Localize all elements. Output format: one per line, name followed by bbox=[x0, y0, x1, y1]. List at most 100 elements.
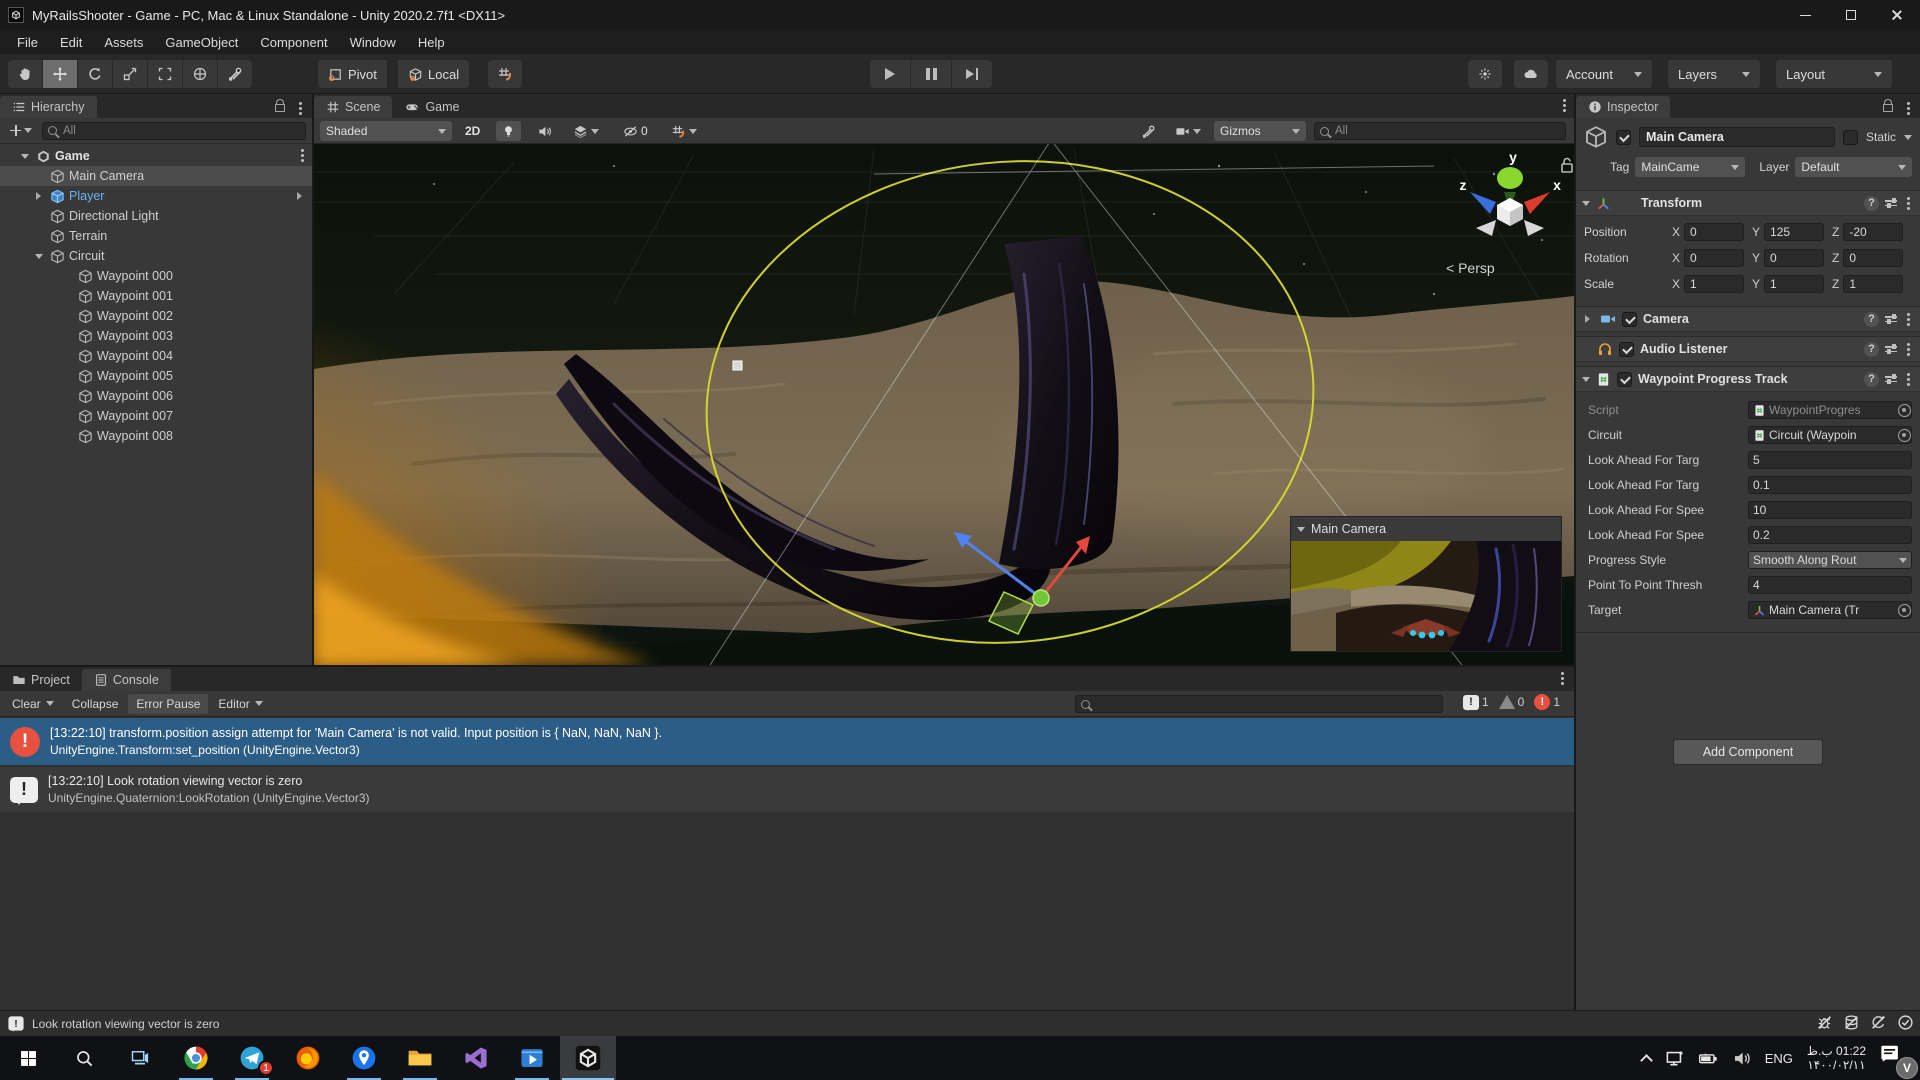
menu-gameobject[interactable]: GameObject bbox=[154, 30, 249, 54]
hidden-objects-button[interactable]: 0 bbox=[618, 121, 653, 141]
hierarchy-item-player[interactable]: Player bbox=[0, 186, 312, 206]
taskbar-chrome[interactable] bbox=[168, 1036, 224, 1080]
look-ahead-speed-2-field[interactable]: 0.2 bbox=[1748, 526, 1912, 544]
script-object-field[interactable]: WaypointProgres bbox=[1748, 401, 1912, 419]
tab-hierarchy[interactable]: Hierarchy bbox=[0, 96, 97, 118]
progress-style-dropdown[interactable]: Smooth Along Rout bbox=[1748, 551, 1912, 569]
move-tool-button[interactable] bbox=[43, 60, 77, 88]
audio-enabled-checkbox[interactable] bbox=[1619, 342, 1634, 357]
perspective-label[interactable]: < Persp bbox=[1446, 260, 1495, 276]
taskbar-file-explorer[interactable] bbox=[392, 1036, 448, 1080]
object-picker-icon[interactable] bbox=[1898, 604, 1911, 617]
language-indicator[interactable]: ENG bbox=[1765, 1051, 1793, 1066]
editor-tools-button[interactable] bbox=[1136, 121, 1161, 141]
expand-caret-icon[interactable] bbox=[1582, 201, 1590, 210]
console-entry-warning[interactable]: ! [13:22:10] Look rotation viewing vecto… bbox=[0, 767, 1574, 812]
rotate-tool-button[interactable] bbox=[78, 60, 112, 88]
hierarchy-item-terrain[interactable]: Terrain bbox=[0, 226, 312, 246]
look-ahead-target-field[interactable]: 5 bbox=[1748, 451, 1912, 469]
taskbar-unity[interactable] bbox=[560, 1036, 616, 1080]
kebab-menu-icon[interactable] bbox=[1561, 677, 1564, 680]
hierarchy-item-waypoint-002[interactable]: Waypoint 002 bbox=[0, 306, 312, 326]
pivot-toggle-button[interactable]: Pivot bbox=[318, 60, 387, 88]
info-count[interactable]: !1 bbox=[1463, 695, 1489, 710]
expand-caret-icon[interactable] bbox=[35, 254, 43, 263]
kebab-menu-icon[interactable] bbox=[1907, 378, 1910, 381]
account-dropdown[interactable]: Account bbox=[1556, 60, 1652, 88]
tag-dropdown[interactable]: MainCame bbox=[1635, 157, 1745, 177]
network-icon[interactable] bbox=[1665, 1049, 1684, 1068]
tab-project[interactable]: Project bbox=[0, 669, 82, 691]
lock-icon[interactable] bbox=[275, 104, 285, 112]
pause-button[interactable] bbox=[911, 60, 951, 88]
add-object-button[interactable] bbox=[6, 122, 36, 139]
hierarchy-item-waypoint-003[interactable]: Waypoint 003 bbox=[0, 326, 312, 346]
scene-camera-dropdown[interactable] bbox=[1170, 121, 1206, 141]
position-z-field[interactable] bbox=[1843, 223, 1903, 241]
clock[interactable]: 01:22 ب.ظ ۱۴۰۰/۰۲/۱۱ bbox=[1807, 1044, 1866, 1072]
menu-help[interactable]: Help bbox=[407, 30, 456, 54]
static-dropdown-icon[interactable] bbox=[1904, 135, 1912, 144]
collapsed-caret-icon[interactable] bbox=[36, 192, 45, 200]
help-icon[interactable]: ? bbox=[1864, 312, 1879, 327]
layer-dropdown[interactable]: Default bbox=[1795, 157, 1912, 177]
taskbar-telegram[interactable]: 1 bbox=[224, 1036, 280, 1080]
collapsed-caret-icon[interactable] bbox=[1585, 315, 1594, 323]
kebab-menu-icon[interactable] bbox=[301, 154, 304, 157]
script-enabled-checkbox[interactable] bbox=[1617, 372, 1632, 387]
warning-count[interactable]: 0 bbox=[1499, 695, 1525, 709]
position-y-field[interactable] bbox=[1764, 223, 1824, 241]
taskbar-firefox[interactable] bbox=[280, 1036, 336, 1080]
task-view-button[interactable] bbox=[112, 1036, 168, 1080]
layers-dropdown[interactable]: Layers bbox=[1668, 60, 1760, 88]
presets-icon[interactable] bbox=[1885, 376, 1897, 382]
expand-caret-icon[interactable] bbox=[1582, 377, 1590, 386]
hierarchy-item-waypoint-004[interactable]: Waypoint 004 bbox=[0, 346, 312, 366]
expand-caret-icon[interactable] bbox=[21, 154, 29, 163]
object-picker-icon[interactable] bbox=[1898, 404, 1911, 417]
kebab-menu-icon[interactable] bbox=[1907, 348, 1910, 351]
hierarchy-item-directional-light[interactable]: Directional Light bbox=[0, 206, 312, 226]
menu-edit[interactable]: Edit bbox=[49, 30, 93, 54]
help-icon[interactable]: ? bbox=[1864, 372, 1879, 387]
rotation-z-field[interactable] bbox=[1843, 249, 1903, 267]
camera-enabled-checkbox[interactable] bbox=[1622, 312, 1637, 327]
tab-game[interactable]: Game bbox=[392, 96, 471, 118]
gizmos-dropdown[interactable]: Gizmos bbox=[1214, 121, 1306, 141]
scene-effects-dropdown[interactable] bbox=[568, 121, 604, 141]
kebab-menu-icon[interactable] bbox=[1563, 104, 1566, 107]
taskbar-movies-tv[interactable] bbox=[504, 1036, 560, 1080]
hierarchy-item-circuit[interactable]: Circuit bbox=[0, 246, 312, 266]
hierarchy-item-waypoint-007[interactable]: Waypoint 007 bbox=[0, 406, 312, 426]
hierarchy-search[interactable] bbox=[42, 122, 306, 140]
scale-x-field[interactable] bbox=[1684, 275, 1744, 293]
step-button[interactable] bbox=[952, 60, 992, 88]
presets-icon[interactable] bbox=[1885, 200, 1897, 206]
presets-icon[interactable] bbox=[1885, 346, 1897, 352]
rotation-x-field[interactable] bbox=[1684, 249, 1744, 267]
play-button[interactable] bbox=[870, 60, 910, 88]
point-threshold-field[interactable]: 4 bbox=[1748, 576, 1912, 594]
debugger-detached-icon[interactable] bbox=[1816, 1014, 1833, 1031]
active-checkbox[interactable] bbox=[1616, 130, 1631, 145]
close-button[interactable] bbox=[1874, 0, 1920, 30]
hierarchy-item-waypoint-001[interactable]: Waypoint 001 bbox=[0, 286, 312, 306]
scale-z-field[interactable] bbox=[1843, 275, 1903, 293]
taskbar-maps[interactable] bbox=[336, 1036, 392, 1080]
battery-icon[interactable] bbox=[1698, 1049, 1718, 1068]
camera-preview-header[interactable]: Main Camera bbox=[1291, 517, 1561, 541]
scene-audio-button[interactable] bbox=[532, 121, 557, 141]
toggle-2d-button[interactable]: 2D bbox=[460, 121, 485, 141]
grid-visibility-dropdown[interactable] bbox=[666, 121, 702, 141]
notification-center-button[interactable]: V bbox=[1880, 1043, 1910, 1073]
waypoint-progress-track-header[interactable]: Waypoint Progress Track ? bbox=[1576, 366, 1920, 392]
look-ahead-target-2-field[interactable]: 0.1 bbox=[1748, 476, 1912, 494]
scene-search[interactable] bbox=[1314, 122, 1566, 140]
hierarchy-item-waypoint-006[interactable]: Waypoint 006 bbox=[0, 386, 312, 406]
kebab-menu-icon[interactable] bbox=[1907, 107, 1910, 110]
add-component-button[interactable]: Add Component bbox=[1673, 739, 1823, 765]
taskbar-visual-studio[interactable] bbox=[448, 1036, 504, 1080]
help-icon[interactable]: ? bbox=[1864, 196, 1879, 211]
layout-dropdown[interactable]: Layout bbox=[1776, 60, 1892, 88]
menu-window[interactable]: Window bbox=[339, 30, 407, 54]
